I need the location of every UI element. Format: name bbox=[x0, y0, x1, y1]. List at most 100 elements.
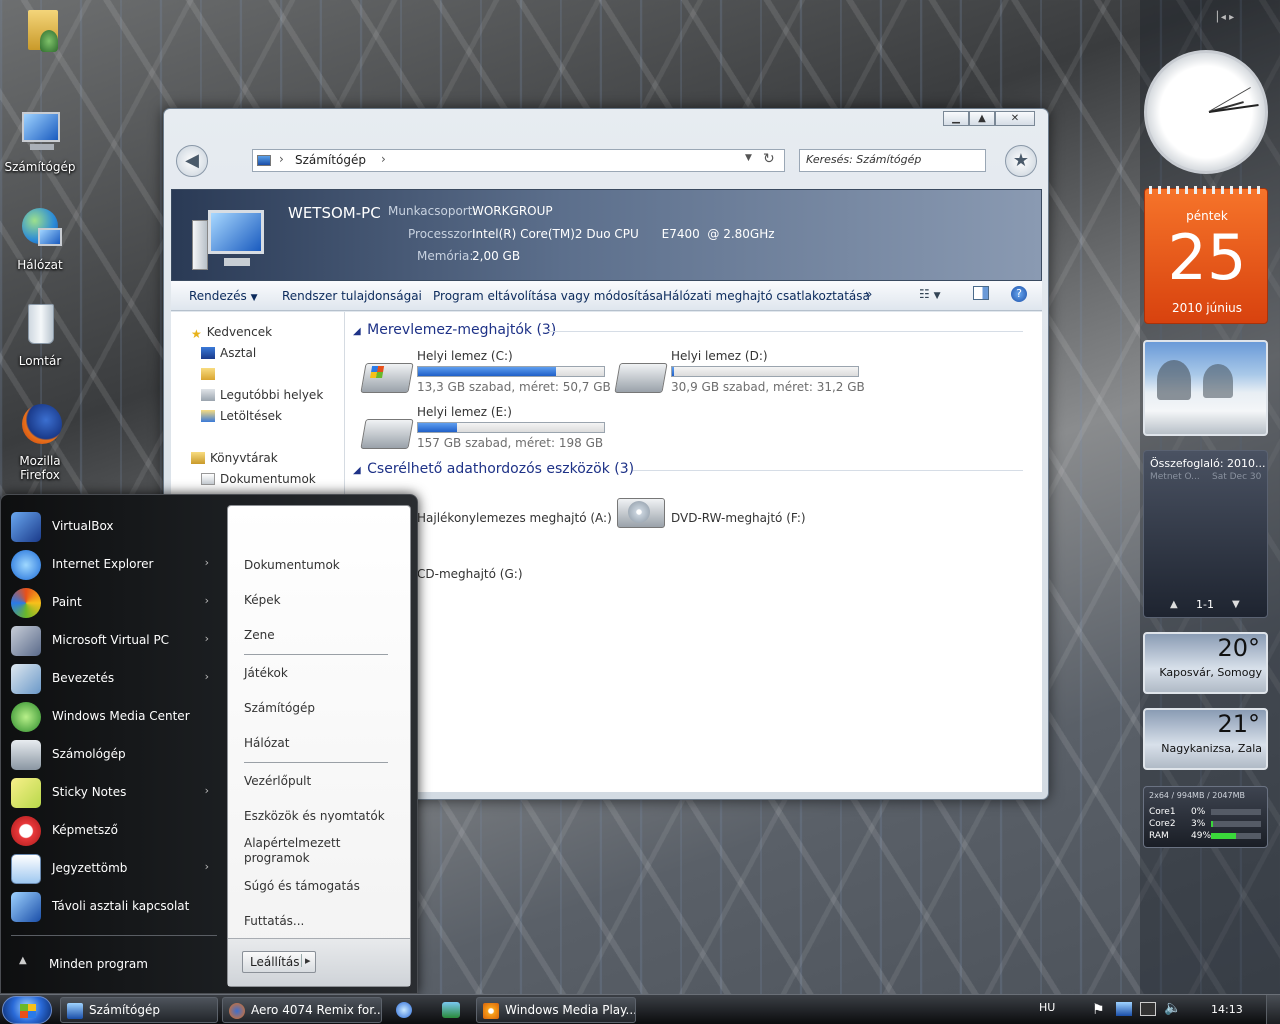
desktop-icon-computer[interactable]: Számítógép bbox=[0, 108, 80, 174]
start-menu: VirtualBox Internet Explorer › Paint › M… bbox=[0, 494, 418, 994]
cpu-row-ram: RAM 49% bbox=[1149, 831, 1264, 843]
start-item-virtualbox[interactable]: VirtualBox bbox=[9, 509, 219, 545]
start-link-games[interactable]: Játékok bbox=[244, 666, 288, 680]
action-center-flag-icon[interactable]: ⚑ bbox=[1092, 1002, 1105, 1018]
feed-headline[interactable]: Összefoglaló: 2010... bbox=[1150, 457, 1266, 470]
drive-d[interactable]: Helyi lemez (D:) 30,9 GB szabad, méret: … bbox=[614, 349, 867, 399]
nav-user-folder[interactable] bbox=[201, 367, 220, 381]
maximize-button[interactable]: ▲ bbox=[969, 111, 995, 126]
breadcrumb-computer[interactable]: Számítógép bbox=[295, 153, 366, 167]
start-link-devices-printers[interactable]: Eszközök és nyomtatók bbox=[244, 809, 385, 823]
close-button[interactable]: ✕ bbox=[995, 111, 1035, 126]
minimize-button[interactable]: ▁ bbox=[943, 111, 969, 126]
system-properties-button[interactable]: Rendszer tulajdonságai bbox=[282, 289, 422, 303]
start-link-documents[interactable]: Dokumentumok bbox=[244, 558, 340, 572]
start-item-getting-started[interactable]: Bevezetés › bbox=[9, 661, 219, 697]
help-icon[interactable]: ? bbox=[1011, 286, 1027, 302]
desktop-icon-recycle-bin[interactable]: Lomtár bbox=[0, 302, 80, 368]
start-button[interactable] bbox=[2, 996, 52, 1024]
start-item-remote-desktop[interactable]: Távoli asztali kapcsolat bbox=[9, 889, 219, 925]
removable-group-header[interactable]: ◢ Cserélhető adathordozós eszközök (3) bbox=[353, 461, 1033, 477]
feed-next-icon[interactable]: ▼ bbox=[1232, 599, 1240, 610]
shutdown-button[interactable]: Leállítás ▸ bbox=[242, 951, 316, 973]
start-link-music[interactable]: Zene bbox=[244, 628, 275, 642]
libraries-icon bbox=[191, 452, 205, 464]
nav-label: Legutóbbi helyek bbox=[220, 388, 324, 402]
drive-c[interactable]: Helyi lemez (C:) 13,3 GB szabad, méret: … bbox=[360, 349, 613, 399]
network-tray-icon[interactable] bbox=[1116, 1002, 1132, 1016]
taskbar-button-firefox[interactable]: Aero 4074 Remix for... bbox=[222, 997, 382, 1023]
quicklaunch-icon[interactable] bbox=[396, 1002, 412, 1018]
preview-pane-icon[interactable] bbox=[973, 286, 989, 300]
map-network-drive-button[interactable]: Hálózati meghajtó csatlakoztatása bbox=[663, 289, 870, 303]
pc-name: WETSOM-PC bbox=[288, 204, 381, 222]
view-options-icon[interactable]: ☷ ▼ bbox=[919, 287, 941, 301]
shutdown-options-arrow-icon[interactable]: ▸ bbox=[301, 954, 311, 967]
all-programs-button[interactable]: ▲ Minden program bbox=[9, 947, 219, 977]
weather-city: Nagykanizsa, Zala bbox=[1161, 742, 1262, 755]
uninstall-program-button[interactable]: Program eltávolítása vagy módosítása bbox=[433, 289, 663, 303]
feed-pager: 1-1 bbox=[1196, 598, 1214, 611]
start-link-control-panel[interactable]: Vezérlőpult bbox=[244, 774, 311, 788]
quicklaunch-icon[interactable] bbox=[442, 1002, 460, 1018]
refresh-icon[interactable]: ↻ bbox=[763, 151, 775, 167]
start-link-pictures[interactable]: Képek bbox=[244, 593, 281, 607]
computer-info-panel: WETSOM-PC Munkacsoport: WORKGROUP Proces… bbox=[171, 189, 1042, 281]
more-commands-button[interactable]: » bbox=[865, 287, 872, 301]
media-center-icon bbox=[11, 702, 41, 732]
hdd-group-header[interactable]: ◢ Merevlemez-meghajtók (3) bbox=[353, 322, 1033, 338]
favorites-star-button[interactable]: ★ bbox=[1005, 145, 1037, 177]
drive-f[interactable]: DVD-RW-meghajtó (F:) bbox=[617, 498, 867, 548]
language-indicator[interactable]: HU bbox=[1039, 1001, 1055, 1014]
address-dropdown-icon[interactable]: ▼ bbox=[745, 153, 752, 163]
desktop-icon-firefox[interactable]: Mozilla Firefox bbox=[0, 402, 80, 482]
drive-usage-fill bbox=[418, 367, 556, 376]
nav-desktop[interactable]: Asztal bbox=[201, 346, 256, 360]
cpu-meter-gadget[interactable]: 2x64 / 994MB / 2047MB Core1 0% Core2 3% … bbox=[1143, 786, 1268, 848]
nav-libraries[interactable]: Könyvtárak bbox=[191, 451, 278, 465]
nav-recent-places[interactable]: Legutóbbi helyek bbox=[201, 388, 323, 402]
gadget-sidebar: ▕ ◂ ▸ péntek 25 2010 június Összefoglaló… bbox=[1140, 0, 1280, 994]
nav-downloads[interactable]: Letöltések bbox=[201, 409, 282, 423]
desktop-icon-user-folder[interactable] bbox=[0, 8, 80, 60]
weather-gadget-kaposvar[interactable]: 20° Kaposvár, Somogy bbox=[1143, 632, 1268, 694]
drive-usage-bar bbox=[417, 366, 605, 377]
show-desktop-button[interactable] bbox=[1266, 995, 1280, 1024]
start-link-network[interactable]: Hálózat bbox=[244, 736, 289, 750]
desktop-icon-network[interactable]: Hálózat bbox=[0, 206, 80, 272]
start-item-notepad[interactable]: Jegyzettömb › bbox=[9, 851, 219, 887]
weather-gadget-nagykanizsa[interactable]: 21° Nagykanizsa, Zala bbox=[1143, 708, 1268, 770]
slideshow-gadget[interactable] bbox=[1143, 340, 1268, 436]
start-link-computer[interactable]: Számítógép bbox=[244, 701, 315, 715]
clock-gadget[interactable] bbox=[1144, 50, 1268, 174]
power-tray-icon[interactable] bbox=[1140, 1002, 1156, 1016]
search-input[interactable]: Keresés: Számítógép bbox=[799, 149, 986, 172]
feed-prev-icon[interactable]: ▲ bbox=[1170, 599, 1178, 610]
start-link-help[interactable]: Súgó és támogatás bbox=[244, 879, 360, 893]
sidebar-controls[interactable]: ▕ ◂ ▸ bbox=[1210, 12, 1234, 23]
start-item-media-center[interactable]: Windows Media Center bbox=[9, 699, 219, 735]
feed-gadget[interactable]: Összefoglaló: 2010... Metnet O... Sat De… bbox=[1143, 450, 1268, 618]
calendar-gadget[interactable]: péntek 25 2010 június bbox=[1144, 186, 1268, 324]
start-item-internet-explorer[interactable]: Internet Explorer › bbox=[9, 547, 219, 583]
taskbar-button-media-player[interactable]: Windows Media Play... bbox=[476, 997, 636, 1023]
firefox-icon bbox=[16, 402, 64, 450]
nav-favorites[interactable]: ★ Kedvencek bbox=[191, 325, 272, 341]
clock-time[interactable]: 14:13 bbox=[1211, 1003, 1243, 1016]
back-button[interactable]: ◀ bbox=[176, 145, 208, 177]
organize-button[interactable]: Rendezés ▼ bbox=[189, 289, 257, 303]
drive-e[interactable]: Helyi lemez (E:) 157 GB szabad, méret: 1… bbox=[360, 405, 613, 455]
taskbar-button-computer[interactable]: Számítógép bbox=[60, 997, 218, 1023]
breadcrumb-chevron-icon[interactable]: › bbox=[381, 152, 386, 166]
address-bar[interactable]: › Számítógép › ▼ ↻ bbox=[252, 149, 785, 172]
start-link-run[interactable]: Futtatás... bbox=[244, 914, 304, 928]
start-item-virtual-pc[interactable]: Microsoft Virtual PC › bbox=[9, 623, 219, 659]
volume-tray-icon[interactable]: 🔈 bbox=[1164, 1000, 1181, 1016]
start-item-calculator[interactable]: Számológép bbox=[9, 737, 219, 773]
start-item-snipping-tool[interactable]: Képmetsző bbox=[9, 813, 219, 849]
start-link-default-programs[interactable]: Alapértelmezett programok bbox=[244, 836, 354, 866]
start-item-paint[interactable]: Paint › bbox=[9, 585, 219, 621]
nav-documents[interactable]: Dokumentumok bbox=[201, 472, 316, 486]
start-item-label: Képmetsző bbox=[52, 823, 118, 837]
start-item-sticky-notes[interactable]: Sticky Notes › bbox=[9, 775, 219, 811]
